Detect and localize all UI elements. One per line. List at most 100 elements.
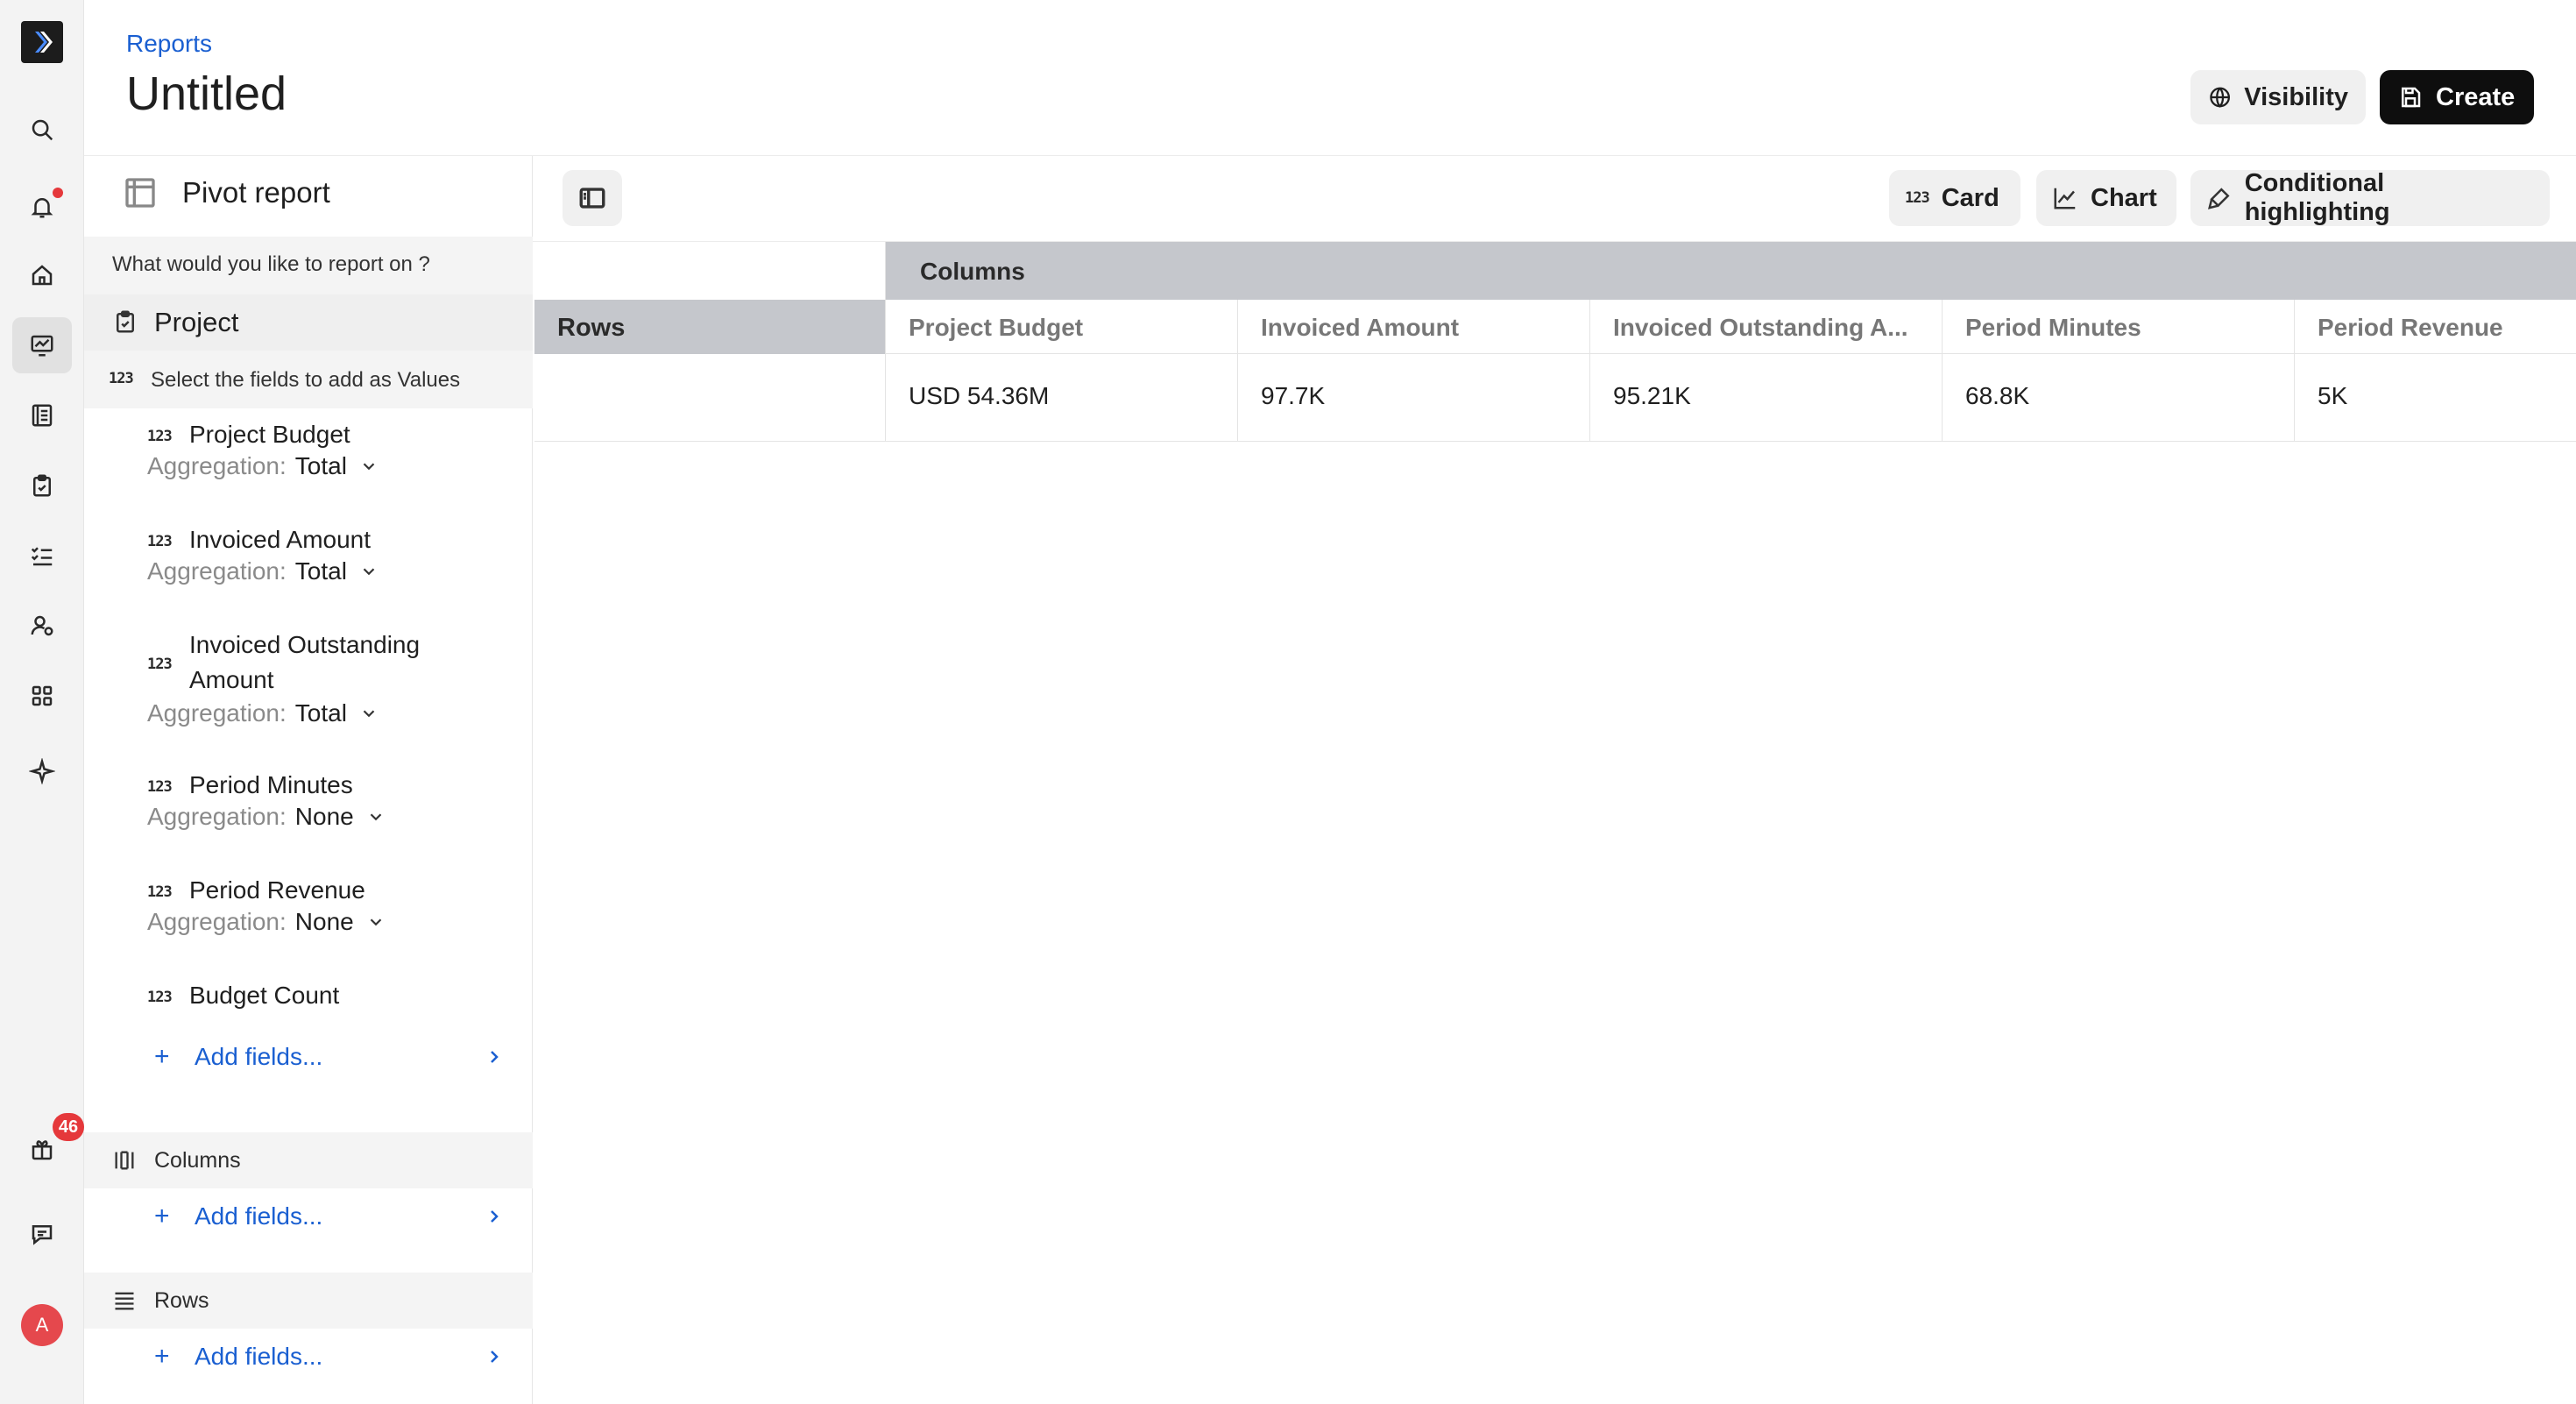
cell-value: 5K <box>2318 382 2348 409</box>
column-header-text: Invoiced Amount <box>1261 314 1460 341</box>
conditional-highlighting-button[interactable]: Conditional highlighting <box>2190 169 2550 226</box>
cell-value: 97.7K <box>1261 382 1326 409</box>
report-on-question: What would you like to report on ? <box>112 252 430 276</box>
report-on-section: What would you like to report on ? <box>84 237 533 294</box>
aggregation-dropdown[interactable]: Aggregation: None <box>147 908 386 936</box>
aggregation-value: None <box>294 803 354 830</box>
value-field-invoiced-amount[interactable]: 123 Invoiced Amount Aggregation: Total <box>147 522 515 619</box>
reports-icon[interactable] <box>12 317 72 373</box>
cell-value: 68.8K <box>1965 382 2030 409</box>
aggregation-dropdown[interactable]: Aggregation: Total <box>147 557 379 585</box>
value-field-budget-count[interactable]: 123 Budget Count <box>147 978 515 1022</box>
entity-selector[interactable]: Project <box>84 294 533 351</box>
aggregation-label: Aggregation: <box>147 452 287 479</box>
field-name: Budget Count <box>189 982 340 1009</box>
column-header-invoiced-amount[interactable]: Invoiced Amount <box>1238 300 1590 354</box>
create-button[interactable]: Create <box>2380 70 2534 124</box>
field-name: Period Minutes <box>189 771 353 798</box>
card-view-button[interactable]: 123 Card <box>1889 170 2020 226</box>
chat-icon[interactable] <box>21 1213 63 1255</box>
add-value-fields-button[interactable]: + Add fields... <box>154 1039 505 1074</box>
avatar[interactable]: A <box>21 1304 63 1346</box>
aggregation-label: Aggregation: <box>147 908 287 935</box>
aggregation-value: Total <box>294 452 347 479</box>
chevron-right-icon <box>491 1051 499 1063</box>
aggregation-label: Aggregation: <box>147 557 287 585</box>
value-field-period-minutes[interactable]: 123 Period Minutes Aggregation: None <box>147 768 515 864</box>
field-name: Invoiced Amount <box>189 526 372 553</box>
number-type-icon: 123 <box>147 989 173 1006</box>
value-cell-period-minutes[interactable]: 68.8K <box>1943 354 2295 442</box>
visibility-button[interactable]: Visibility <box>2190 70 2366 124</box>
columns-header: Columns <box>885 242 2576 300</box>
chart-view-button[interactable]: Chart <box>2036 170 2176 226</box>
aggregation-dropdown[interactable]: Aggregation: None <box>147 803 386 831</box>
number-type-icon: 123 <box>147 656 173 673</box>
sidebar-toggle-icon <box>579 188 605 209</box>
add-column-fields-button[interactable]: + Add fields... <box>154 1199 505 1234</box>
add-fields-label: Add fields... <box>195 1202 323 1230</box>
chevron-down-icon <box>363 568 375 576</box>
aggregation-dropdown[interactable]: Aggregation: Total <box>147 699 379 727</box>
aggregation-value: Total <box>294 557 347 585</box>
number-type-icon: 123 <box>1905 189 1930 207</box>
value-cell-invoiced-outstanding[interactable]: 95.21K <box>1590 354 1943 442</box>
plus-icon: + <box>154 1042 170 1071</box>
rows-header-label: Rows <box>557 314 626 342</box>
chevron-down-icon <box>370 918 382 926</box>
apps-icon[interactable] <box>21 675 63 717</box>
line-chart-icon <box>2054 188 2076 209</box>
plus-icon: + <box>154 1202 170 1230</box>
column-header-invoiced-outstanding[interactable]: Invoiced Outstanding A... <box>1590 300 1943 354</box>
toggle-sidebar-button[interactable] <box>563 170 622 226</box>
home-icon[interactable] <box>21 254 63 296</box>
entity-name: Project <box>154 307 239 337</box>
task-list-icon[interactable] <box>21 535 63 577</box>
value-cell-invoiced-amount[interactable]: 97.7K <box>1238 354 1590 442</box>
conditional-highlighting-label: Conditional highlighting <box>2244 169 2390 226</box>
add-fields-label: Add fields... <box>195 1043 323 1070</box>
clipboard-icon[interactable] <box>21 464 63 507</box>
breadcrumb[interactable]: Reports <box>126 30 212 58</box>
column-header-period-revenue[interactable]: Period Revenue <box>2295 300 2576 354</box>
aggregation-value: Total <box>294 699 347 727</box>
search-icon[interactable] <box>21 109 63 151</box>
add-fields-label: Add fields... <box>195 1343 323 1370</box>
rows-label: Rows <box>154 1288 209 1313</box>
visibility-label: Visibility <box>2244 82 2348 111</box>
pivot-icon <box>125 178 155 208</box>
rows-header: Rows <box>534 300 885 354</box>
value-field-invoiced-outstanding-amount[interactable]: 123 Invoiced Outstanding Amount Aggregat… <box>147 628 515 759</box>
panel-header: Pivot report <box>123 175 330 210</box>
globe-icon <box>2210 87 2230 108</box>
sparkle-icon[interactable] <box>21 750 63 792</box>
aggregation-label: Aggregation: <box>147 803 287 830</box>
chart-label: Chart <box>2091 183 2157 212</box>
column-header-project-budget[interactable]: Project Budget <box>886 300 1238 354</box>
columns-section-header: Columns <box>84 1132 533 1188</box>
chevron-right-icon <box>491 1351 499 1363</box>
cell-value: 95.21K <box>1613 382 1691 409</box>
bell-icon[interactable] <box>21 186 63 228</box>
chevron-right-icon <box>491 1210 499 1223</box>
app-logo[interactable] <box>21 21 63 63</box>
user-settings-icon[interactable] <box>21 605 63 647</box>
add-row-fields-button[interactable]: + Add fields... <box>154 1339 505 1374</box>
ledger-icon[interactable] <box>21 394 63 436</box>
number-type-icon: 123 <box>109 370 134 387</box>
value-cell-period-revenue[interactable]: 5K <box>2295 354 2576 442</box>
field-name: Project Budget <box>189 421 350 448</box>
column-header-period-minutes[interactable]: Period Minutes <box>1943 300 2295 354</box>
number-type-icon: 123 <box>147 428 173 445</box>
number-type-icon: 123 <box>147 883 173 901</box>
rows-icon <box>115 1292 134 1310</box>
create-label: Create <box>2436 82 2516 111</box>
aggregation-dropdown[interactable]: Aggregation: Total <box>147 452 379 480</box>
value-field-project-budget[interactable]: 123 Project Budget Aggregation: Total <box>147 417 515 514</box>
column-header-text: Project Budget <box>909 314 1084 341</box>
page-title[interactable]: Untitled <box>126 67 287 121</box>
value-cell-project-budget[interactable]: USD 54.36M <box>886 354 1238 442</box>
value-field-period-revenue[interactable]: 123 Period Revenue Aggregation: None <box>147 873 515 969</box>
number-type-icon: 123 <box>147 533 173 550</box>
row-label-cell <box>534 354 886 442</box>
